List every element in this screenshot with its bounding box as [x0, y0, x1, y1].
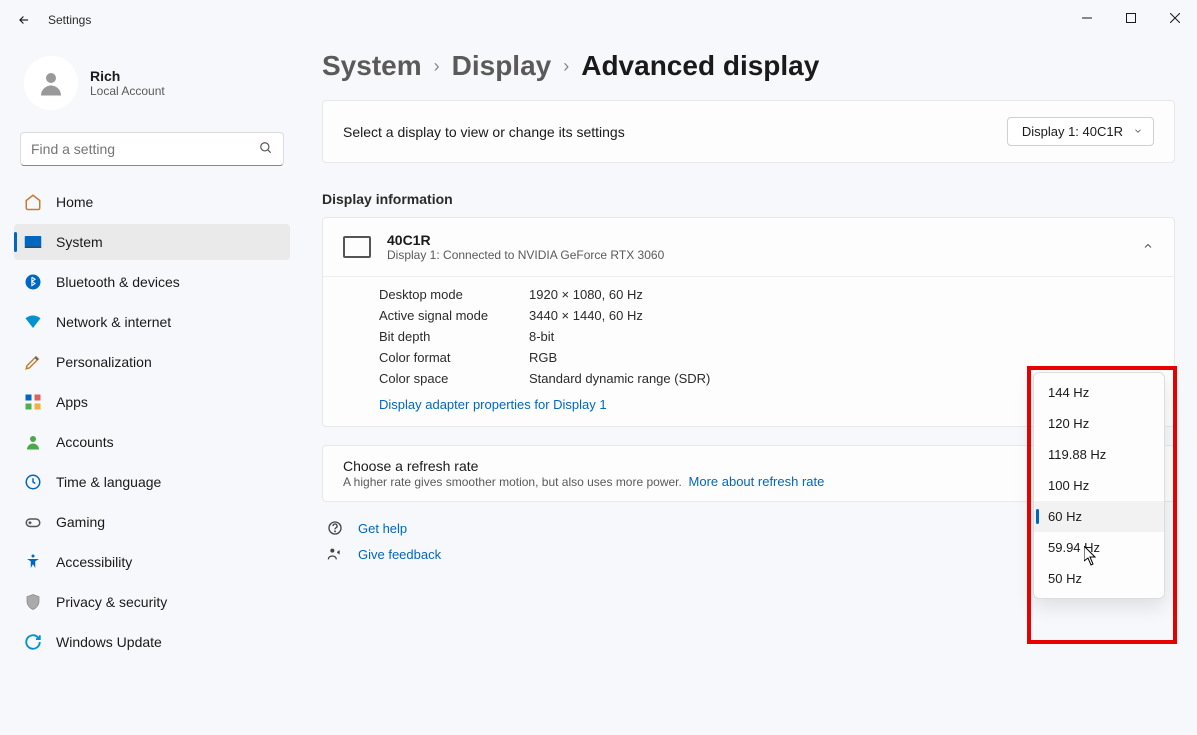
- refresh-rate-option[interactable]: 60 Hz: [1034, 501, 1164, 532]
- sidebar-item-label: Accessibility: [56, 554, 132, 570]
- sidebar-item-label: Privacy & security: [56, 594, 167, 610]
- sidebar-item-label: Windows Update: [56, 634, 162, 650]
- more-about-refresh-rate-link[interactable]: More about refresh rate: [689, 474, 825, 489]
- give-feedback-link[interactable]: Give feedback: [358, 547, 441, 562]
- profile[interactable]: Rich Local Account: [14, 40, 290, 132]
- search-input[interactable]: [31, 141, 259, 157]
- select-display-prompt: Select a display to view or change its s…: [343, 124, 625, 140]
- display-info-header[interactable]: 40C1R Display 1: Connected to NVIDIA GeF…: [323, 218, 1174, 277]
- refresh-rate-option[interactable]: 119.88 Hz: [1034, 439, 1164, 470]
- accounts-icon: [24, 433, 42, 451]
- window-title: Settings: [48, 13, 91, 27]
- sidebar-item-time[interactable]: Time & language: [14, 464, 290, 500]
- window-controls: [1065, 0, 1197, 36]
- monitor-icon: [343, 236, 371, 258]
- breadcrumb-system[interactable]: System: [322, 50, 422, 82]
- personalization-icon: [24, 353, 42, 371]
- main-content: System › Display › Advanced display Sele…: [300, 40, 1197, 735]
- get-help-link[interactable]: Get help: [358, 521, 407, 536]
- refresh-rate-subtitle: A higher rate gives smoother motion, but…: [343, 475, 682, 489]
- sidebar-item-label: Apps: [56, 394, 88, 410]
- sidebar-item-label: Network & internet: [56, 314, 171, 330]
- minimize-button[interactable]: [1065, 0, 1109, 36]
- accessibility-icon: [24, 553, 42, 571]
- display-adapter-properties-link[interactable]: Display adapter properties for Display 1: [379, 397, 607, 412]
- sidebar-item-apps[interactable]: Apps: [14, 384, 290, 420]
- home-icon: [24, 193, 42, 211]
- collapse-icon[interactable]: [1142, 239, 1154, 255]
- bit-depth-value: 8-bit: [529, 329, 1154, 344]
- refresh-rate-option[interactable]: 100 Hz: [1034, 470, 1164, 501]
- refresh-rate-option[interactable]: 59.94 Hz: [1034, 532, 1164, 563]
- sidebar-item-accounts[interactable]: Accounts: [14, 424, 290, 460]
- refresh-rate-option[interactable]: 120 Hz: [1034, 408, 1164, 439]
- gaming-icon: [24, 513, 42, 531]
- help-icon: [326, 520, 344, 536]
- sidebar-item-label: System: [56, 234, 103, 250]
- active-signal-value: 3440 × 1440, 60 Hz: [529, 308, 1154, 323]
- search-icon: [259, 141, 273, 158]
- back-button[interactable]: [8, 4, 40, 36]
- display-information-heading: Display information: [322, 191, 1175, 207]
- sidebar-item-gaming[interactable]: Gaming: [14, 504, 290, 540]
- display-selector-dropdown[interactable]: Display 1: 40C1R: [1007, 117, 1154, 146]
- bluetooth-icon: [24, 273, 42, 291]
- sidebar-item-label: Bluetooth & devices: [56, 274, 180, 290]
- select-display-card: Select a display to view or change its s…: [322, 100, 1175, 163]
- sidebar-item-personalization[interactable]: Personalization: [14, 344, 290, 380]
- refresh-rate-option[interactable]: 144 Hz: [1034, 377, 1164, 408]
- sidebar-item-update[interactable]: Windows Update: [14, 624, 290, 660]
- avatar: [24, 56, 78, 110]
- active-signal-label: Active signal mode: [379, 308, 529, 323]
- refresh-rate-option[interactable]: 50 Hz: [1034, 563, 1164, 594]
- apps-icon: [24, 393, 42, 411]
- color-format-label: Color format: [379, 350, 529, 365]
- sidebar-item-accessibility[interactable]: Accessibility: [14, 544, 290, 580]
- maximize-button[interactable]: [1109, 0, 1153, 36]
- sidebar-item-privacy[interactable]: Privacy & security: [14, 584, 290, 620]
- close-button[interactable]: [1153, 0, 1197, 36]
- breadcrumb-advanced-display: Advanced display: [581, 50, 819, 82]
- sidebar-item-label: Personalization: [56, 354, 152, 370]
- sidebar-item-system[interactable]: System: [14, 224, 290, 260]
- desktop-mode-value: 1920 × 1080, 60 Hz: [529, 287, 1154, 302]
- chevron-right-icon: ›: [563, 56, 569, 77]
- network-icon: [24, 313, 42, 331]
- refresh-rate-dropdown-menu[interactable]: 144 Hz120 Hz119.88 Hz100 Hz60 Hz59.94 Hz…: [1033, 372, 1165, 599]
- bit-depth-label: Bit depth: [379, 329, 529, 344]
- sidebar-item-home[interactable]: Home: [14, 184, 290, 220]
- breadcrumb: System › Display › Advanced display: [322, 50, 1175, 82]
- time-icon: [24, 473, 42, 491]
- privacy-icon: [24, 593, 42, 611]
- sidebar-item-network[interactable]: Network & internet: [14, 304, 290, 340]
- desktop-mode-label: Desktop mode: [379, 287, 529, 302]
- update-icon: [24, 633, 42, 651]
- breadcrumb-display[interactable]: Display: [452, 50, 552, 82]
- display-name: 40C1R: [387, 232, 664, 248]
- search-box[interactable]: [20, 132, 284, 166]
- sidebar-item-label: Home: [56, 194, 93, 210]
- display-selector-value: Display 1: 40C1R: [1022, 124, 1123, 139]
- chevron-right-icon: ›: [434, 56, 440, 77]
- system-icon: [24, 235, 42, 249]
- profile-account-type: Local Account: [90, 84, 165, 98]
- sidebar-item-bluetooth[interactable]: Bluetooth & devices: [14, 264, 290, 300]
- chevron-down-icon: [1133, 124, 1143, 139]
- display-subtitle: Display 1: Connected to NVIDIA GeForce R…: [387, 248, 664, 262]
- sidebar: Rich Local Account Home System Bluetooth &…: [0, 40, 300, 735]
- color-format-value: RGB: [529, 350, 1154, 365]
- sidebar-item-label: Accounts: [56, 434, 114, 450]
- profile-name: Rich: [90, 68, 165, 84]
- sidebar-item-label: Time & language: [56, 474, 161, 490]
- sidebar-item-label: Gaming: [56, 514, 105, 530]
- color-space-label: Color space: [379, 371, 529, 386]
- feedback-icon: [326, 546, 344, 562]
- titlebar: Settings: [0, 0, 1197, 40]
